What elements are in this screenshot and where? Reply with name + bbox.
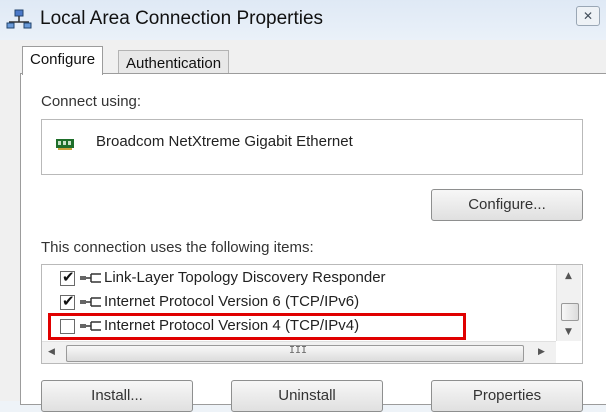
item-label: Link-Layer Topology Discovery Responder <box>104 269 386 286</box>
window-title: Local Area Connection Properties <box>40 8 324 29</box>
vertical-scroll-thumb[interactable] <box>561 303 579 321</box>
title-bar: Local Area Connection Properties ✕ <box>0 0 606 40</box>
scroll-left-icon[interactable]: ◀ <box>48 347 55 357</box>
scroll-up-icon[interactable]: ▲ <box>565 271 572 281</box>
adapter-name: Broadcom NetXtreme Gigabit Ethernet <box>96 133 353 150</box>
network-protocol-icon <box>80 273 101 283</box>
highlight-box <box>48 313 466 340</box>
properties-button[interactable]: Properties <box>431 380 583 412</box>
install-button[interactable]: Install... <box>41 380 193 412</box>
tab-configure[interactable]: Configure <box>22 46 104 75</box>
network-connection-icon <box>6 9 32 29</box>
items-list: ✔ Link-Layer Topology Discovery Responde… <box>41 264 583 364</box>
scroll-right-icon[interactable]: ▶ <box>538 347 545 357</box>
list-item[interactable]: ✔ Link-Layer Topology Discovery Responde… <box>42 268 554 292</box>
scroll-grip: III <box>289 345 308 356</box>
check-icon: ✔ <box>62 268 75 286</box>
items-label: This connection uses the following items… <box>41 239 314 256</box>
vertical-scrollbar[interactable]: ▲ ▼ <box>556 265 581 341</box>
item-checkbox[interactable]: ✔ <box>60 268 75 286</box>
item-checkbox[interactable]: ✔ <box>60 292 75 310</box>
properties-window: Local Area Connection Properties ✕ Confi… <box>0 0 606 412</box>
configure-panel: Connect using: Broadcom NetXtreme Gigabi… <box>20 73 606 412</box>
scroll-down-icon[interactable]: ▼ <box>565 327 572 337</box>
connect-using-label: Connect using: <box>41 93 142 110</box>
adapter-field: Broadcom NetXtreme Gigabit Ethernet <box>41 119 583 175</box>
list-item[interactable]: Internet Protocol Version 4 (TCP/IPv4) <box>42 313 554 340</box>
item-label: Internet Protocol Version 6 (TCP/IPv6) <box>104 293 360 310</box>
close-button[interactable]: ✕ <box>576 6 600 26</box>
uninstall-button[interactable]: Uninstall <box>231 380 383 412</box>
horizontal-scroll-thumb[interactable]: III <box>66 345 524 362</box>
dialog-body: Configure Authentication Connect using: … <box>0 40 606 412</box>
check-icon: ✔ <box>62 292 75 310</box>
network-protocol-icon <box>80 297 101 307</box>
horizontal-scrollbar[interactable]: ◀ III ▶ <box>42 341 556 363</box>
network-adapter-icon <box>56 139 74 150</box>
configure-button[interactable]: Configure... <box>431 189 583 221</box>
